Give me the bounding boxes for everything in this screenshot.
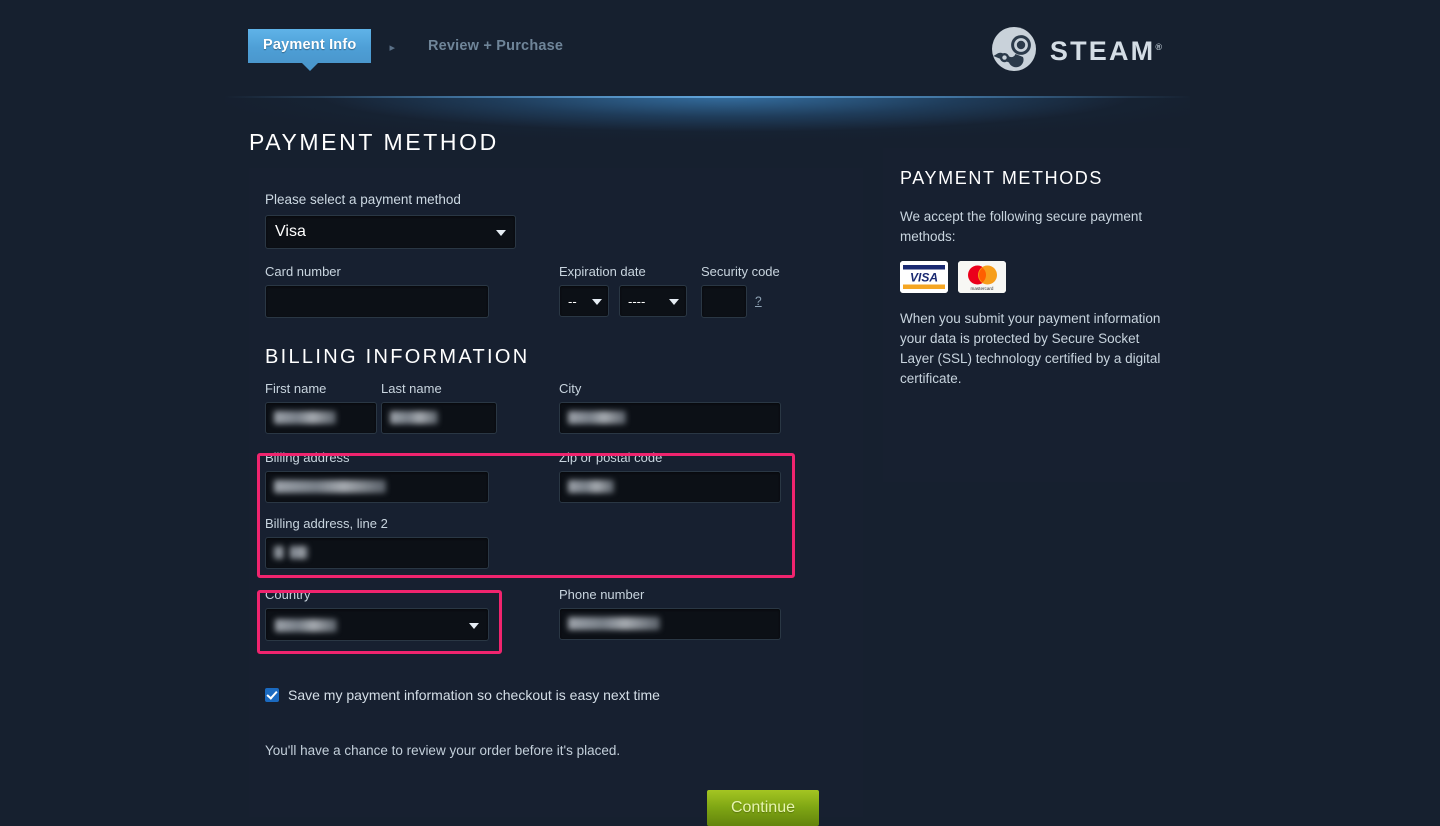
tab-review-purchase-label: Review + Purchase <box>427 38 564 54</box>
redacted-value <box>275 619 337 632</box>
accepted-methods-text: We accept the following secure payment m… <box>900 209 1143 244</box>
redacted-value <box>274 480 386 493</box>
ssl-disclaimer-text: When you submit your payment information… <box>900 311 1161 386</box>
page-title: PAYMENT METHOD <box>249 129 499 155</box>
page-header: Payment Info ▸ Review + Purchase STEAM® <box>0 0 1440 96</box>
continue-button[interactable]: Continue <box>706 790 819 826</box>
redacted-value <box>390 411 438 424</box>
billing-address2-field[interactable] <box>265 537 489 569</box>
first-name-label: First name <box>265 381 327 396</box>
redacted-value <box>290 546 308 559</box>
redacted-value <box>568 411 626 424</box>
steam-logo[interactable]: STEAM® <box>991 26 1162 72</box>
expiration-month-select[interactable]: -- <box>559 285 609 317</box>
mastercard-logo: mastercard <box>958 261 1006 293</box>
chevron-down-icon <box>592 299 602 305</box>
first-name-field[interactable] <box>265 402 377 434</box>
zip-code-label: Zip or postal code <box>559 450 663 465</box>
billing-information-heading: BILLING INFORMATION <box>265 346 530 368</box>
chevron-down-icon <box>496 230 506 236</box>
tab-review-purchase[interactable]: Review + Purchase <box>413 29 578 64</box>
country-select[interactable] <box>265 608 489 641</box>
tab-payment-info[interactable]: Payment Info <box>248 29 372 71</box>
steam-logo-icon <box>991 27 1036 71</box>
phone-number-label: Phone number <box>559 587 645 602</box>
chevron-down-icon <box>469 622 479 629</box>
card-number-label: Card number <box>265 264 341 279</box>
redacted-value <box>568 617 660 630</box>
payment-method-value: Visa <box>275 223 306 240</box>
billing-address2-label: Billing address, line 2 <box>265 516 388 531</box>
city-label: City <box>559 381 582 396</box>
breadcrumb-arrow-icon: ▸ <box>389 42 395 54</box>
svg-text:mastercard: mastercard <box>971 286 994 291</box>
accepted-card-logos: VISA mastercard <box>900 261 1173 293</box>
expiration-date-label: Expiration date <box>559 264 646 279</box>
save-payment-info-label: Save my payment information so checkout … <box>288 687 660 703</box>
payment-method-label: Please select a payment method <box>265 192 461 207</box>
payment-form-panel: Please select a payment method Visa Card… <box>249 168 863 826</box>
save-payment-info-row[interactable]: Save my payment information so checkout … <box>265 687 847 703</box>
chevron-down-icon <box>669 299 679 305</box>
redacted-value <box>274 546 284 559</box>
last-name-field[interactable] <box>381 402 497 434</box>
payment-methods-panel: PAYMENT METHODS We accept the following … <box>883 148 1190 482</box>
card-number-input[interactable] <box>265 285 489 318</box>
zip-code-field[interactable] <box>559 471 781 503</box>
city-field[interactable] <box>559 402 781 434</box>
security-code-input[interactable] <box>701 285 747 318</box>
svg-text:VISA: VISA <box>910 271 938 285</box>
expiration-year-select[interactable]: ---- <box>619 285 687 317</box>
last-name-label: Last name <box>381 381 442 396</box>
tab-payment-info-label: Payment Info <box>263 37 357 53</box>
country-label: Country <box>265 587 311 602</box>
expiration-year-value: ---- <box>628 293 646 309</box>
payment-method-select[interactable]: Visa <box>265 215 516 249</box>
save-payment-info-checkbox[interactable] <box>265 688 279 702</box>
security-code-label: Security code <box>701 264 780 279</box>
phone-number-field[interactable] <box>559 608 781 640</box>
payment-methods-title: PAYMENT METHODS <box>900 168 1104 188</box>
redacted-value <box>274 411 336 424</box>
expiration-month-value: -- <box>568 293 577 309</box>
registered-mark: ® <box>1155 41 1162 52</box>
steam-wordmark-text: STEAM <box>1049 35 1156 66</box>
checkout-breadcrumb: Payment Info ▸ Review + Purchase <box>248 29 578 71</box>
steam-wordmark: STEAM® <box>1050 34 1162 65</box>
visa-logo: VISA <box>900 261 948 293</box>
checkout-content: PAYMENT METHOD Please select a payment m… <box>0 96 1440 826</box>
review-order-note: You'll have a chance to review your orde… <box>265 743 621 758</box>
billing-address-field[interactable] <box>265 471 489 503</box>
billing-address-label: Billing address <box>265 450 350 465</box>
redacted-value <box>568 480 614 493</box>
security-code-help-link[interactable]: ? <box>755 294 762 310</box>
